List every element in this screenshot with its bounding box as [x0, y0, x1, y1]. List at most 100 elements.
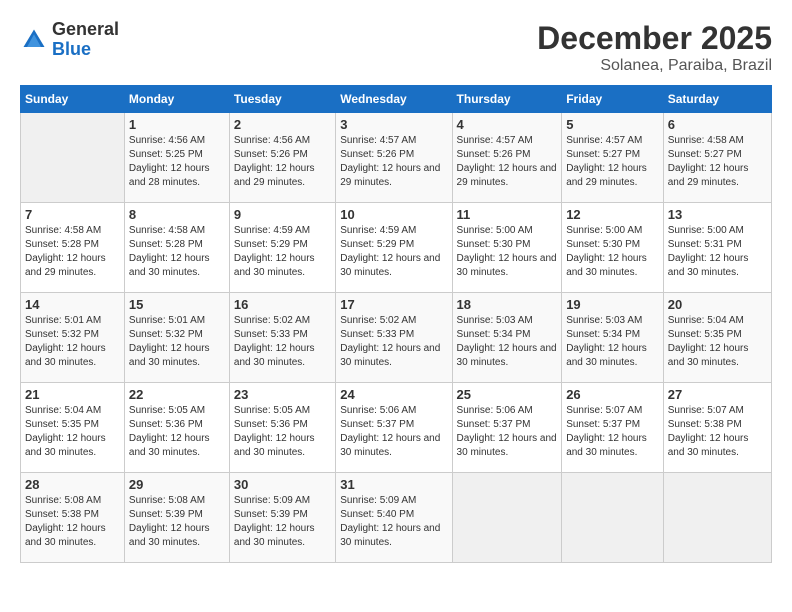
calendar-table: Sunday Monday Tuesday Wednesday Thursday…: [20, 85, 772, 563]
day-info: Sunrise: 4:57 AMSunset: 5:27 PMDaylight:…: [566, 134, 659, 190]
day-info: Sunrise: 4:59 AMSunset: 5:29 PMDaylight:…: [234, 224, 331, 280]
day-info: Sunrise: 5:02 AMSunset: 5:33 PMDaylight:…: [340, 314, 447, 370]
title-block: December 2025 Solanea, Paraiba, Brazil: [537, 20, 772, 75]
calendar-cell: 23Sunrise: 5:05 AMSunset: 5:36 PMDayligh…: [229, 383, 335, 473]
calendar-cell: 6Sunrise: 4:58 AMSunset: 5:27 PMDaylight…: [663, 113, 771, 203]
calendar-cell: 28 Sunrise: 5:08 AMSunset: 5:38 PMDayligh…: [21, 473, 125, 563]
header-row: Sunday Monday Tuesday Wednesday Thursday…: [21, 86, 772, 113]
calendar-cell: 4 Sunrise: 4:57 AMSunset: 5:26 PMDaylight…: [452, 113, 562, 203]
day-info: Sunrise: 4:57 AMSunset: 5:26 PMDaylight:…: [457, 134, 558, 190]
calendar-cell: 18 Sunrise: 5:03 AMSunset: 5:34 PMDayligh…: [452, 293, 562, 383]
day-number: 19: [566, 297, 659, 312]
calendar-cell: 21 Sunrise: 5:04 AMSunset: 5:35 PMDayligh…: [21, 383, 125, 473]
day-info: Sunrise: 4:58 AMSunset: 5:27 PMDaylight:…: [668, 134, 767, 190]
calendar-week-4: 21 Sunrise: 5:04 AMSunset: 5:35 PMDayligh…: [21, 383, 772, 473]
calendar-cell: 11 Sunrise: 5:00 AMSunset: 5:30 PMDayligh…: [452, 203, 562, 293]
day-number: 22: [129, 387, 225, 402]
calendar-cell: 29 Sunrise: 5:08 AMSunset: 5:39 PMDayligh…: [124, 473, 229, 563]
header-monday: Monday: [124, 86, 229, 113]
day-number: 17: [340, 297, 447, 312]
day-info: Sunrise: 4:56 AMSunset: 5:26 PMDaylight:…: [234, 134, 331, 190]
calendar-cell: [452, 473, 562, 563]
day-info: Sunrise: 5:05 AMSunset: 5:36 PMDaylight:…: [234, 404, 331, 460]
calendar-cell: 24 Sunrise: 5:06 AMSunset: 5:37 PMDayligh…: [336, 383, 452, 473]
calendar-week-3: 14Sunrise: 5:01 AMSunset: 5:32 PMDayligh…: [21, 293, 772, 383]
calendar-cell: 7Sunrise: 4:58 AMSunset: 5:28 PMDaylight…: [21, 203, 125, 293]
day-number: 15: [129, 297, 225, 312]
day-info: Sunrise: 5:00 AMSunset: 5:30 PMDaylight:…: [457, 224, 558, 280]
day-info: Sunrise: 5:04 AMSunset: 5:35 PMDaylight:…: [25, 404, 120, 460]
calendar-cell: 31Sunrise: 5:09 AMSunset: 5:40 PMDayligh…: [336, 473, 452, 563]
page-header: General Blue December 2025 Solanea, Para…: [20, 20, 772, 75]
day-number: 30: [234, 477, 331, 492]
day-info: Sunrise: 5:09 AMSunset: 5:40 PMDaylight:…: [340, 494, 447, 550]
header-friday: Friday: [562, 86, 664, 113]
calendar-cell: 8 Sunrise: 4:58 AMSunset: 5:28 PMDaylight…: [124, 203, 229, 293]
day-number: 2: [234, 117, 331, 132]
day-info: Sunrise: 5:03 AMSunset: 5:34 PMDaylight:…: [566, 314, 659, 370]
calendar-cell: 2 Sunrise: 4:56 AMSunset: 5:26 PMDaylight…: [229, 113, 335, 203]
day-number: 21: [25, 387, 120, 402]
day-info: Sunrise: 5:06 AMSunset: 5:37 PMDaylight:…: [340, 404, 447, 460]
header-saturday: Saturday: [663, 86, 771, 113]
logo-icon: [20, 26, 48, 54]
day-info: Sunrise: 5:05 AMSunset: 5:36 PMDaylight:…: [129, 404, 225, 460]
calendar-cell: 9 Sunrise: 4:59 AMSunset: 5:29 PMDaylight…: [229, 203, 335, 293]
day-number: 20: [668, 297, 767, 312]
day-number: 18: [457, 297, 558, 312]
day-number: 9: [234, 207, 331, 222]
day-info: Sunrise: 4:57 AMSunset: 5:26 PMDaylight:…: [340, 134, 447, 190]
calendar-week-1: 1Sunrise: 4:56 AMSunset: 5:25 PMDaylight…: [21, 113, 772, 203]
day-info: Sunrise: 5:04 AMSunset: 5:35 PMDaylight:…: [668, 314, 767, 370]
day-number: 12: [566, 207, 659, 222]
calendar-cell: 12Sunrise: 5:00 AMSunset: 5:30 PMDayligh…: [562, 203, 664, 293]
day-number: 7: [25, 207, 120, 222]
calendar-cell: 14Sunrise: 5:01 AMSunset: 5:32 PMDayligh…: [21, 293, 125, 383]
day-number: 26: [566, 387, 659, 402]
day-info: Sunrise: 5:07 AMSunset: 5:38 PMDaylight:…: [668, 404, 767, 460]
day-number: 29: [129, 477, 225, 492]
month-title: December 2025: [537, 20, 772, 57]
day-number: 27: [668, 387, 767, 402]
calendar-cell: 15 Sunrise: 5:01 AMSunset: 5:32 PMDayligh…: [124, 293, 229, 383]
calendar-cell: 19 Sunrise: 5:03 AMSunset: 5:34 PMDayligh…: [562, 293, 664, 383]
day-number: 1: [129, 117, 225, 132]
calendar-cell: 27 Sunrise: 5:07 AMSunset: 5:38 PMDayligh…: [663, 383, 771, 473]
header-thursday: Thursday: [452, 86, 562, 113]
calendar-cell: 5 Sunrise: 4:57 AMSunset: 5:27 PMDaylight…: [562, 113, 664, 203]
day-info: Sunrise: 5:03 AMSunset: 5:34 PMDaylight:…: [457, 314, 558, 370]
day-number: 13: [668, 207, 767, 222]
day-number: 24: [340, 387, 447, 402]
calendar-cell: 10Sunrise: 4:59 AMSunset: 5:29 PMDayligh…: [336, 203, 452, 293]
calendar-body: 1Sunrise: 4:56 AMSunset: 5:25 PMDaylight…: [21, 113, 772, 563]
calendar-week-2: 7 Sunrise: 4:58 AMSunset: 5:28 PMDaylight…: [21, 203, 772, 293]
day-number: 10: [340, 207, 447, 222]
calendar-header: Sunday Monday Tuesday Wednesday Thursday…: [21, 86, 772, 113]
day-number: 28: [25, 477, 120, 492]
day-info: Sunrise: 4:58 AMSunset: 5:28 PMDaylight:…: [129, 224, 225, 280]
calendar-cell: 20 Sunrise: 5:04 AMSunset: 5:35 PMDayligh…: [663, 293, 771, 383]
day-info: Sunrise: 5:08 AMSunset: 5:39 PMDaylight:…: [129, 494, 225, 550]
day-number: 16: [234, 297, 331, 312]
location-title: Solanea, Paraiba, Brazil: [537, 57, 772, 75]
logo: General Blue: [20, 20, 119, 60]
calendar-cell: [663, 473, 771, 563]
logo-general-text: General: [52, 19, 119, 39]
day-number: 8: [129, 207, 225, 222]
day-info: Sunrise: 5:01 AMSunset: 5:32 PMDaylight:…: [25, 314, 120, 370]
day-number: 5: [566, 117, 659, 132]
day-info: Sunrise: 5:00 AMSunset: 5:31 PMDaylight:…: [668, 224, 767, 280]
day-number: 4: [457, 117, 558, 132]
day-info: Sunrise: 5:01 AMSunset: 5:32 PMDaylight:…: [129, 314, 225, 370]
day-info: Sunrise: 5:08 AMSunset: 5:38 PMDaylight:…: [25, 494, 120, 550]
calendar-cell: 25Sunrise: 5:06 AMSunset: 5:37 PMDayligh…: [452, 383, 562, 473]
logo-blue-text: Blue: [52, 39, 91, 59]
day-info: Sunrise: 5:07 AMSunset: 5:37 PMDaylight:…: [566, 404, 659, 460]
calendar-cell: 26 Sunrise: 5:07 AMSunset: 5:37 PMDayligh…: [562, 383, 664, 473]
day-info: Sunrise: 5:06 AMSunset: 5:37 PMDaylight:…: [457, 404, 558, 460]
day-number: 11: [457, 207, 558, 222]
calendar-cell: 13 Sunrise: 5:00 AMSunset: 5:31 PMDayligh…: [663, 203, 771, 293]
calendar-week-5: 28 Sunrise: 5:08 AMSunset: 5:38 PMDayligh…: [21, 473, 772, 563]
calendar-cell: [21, 113, 125, 203]
day-number: 3: [340, 117, 447, 132]
